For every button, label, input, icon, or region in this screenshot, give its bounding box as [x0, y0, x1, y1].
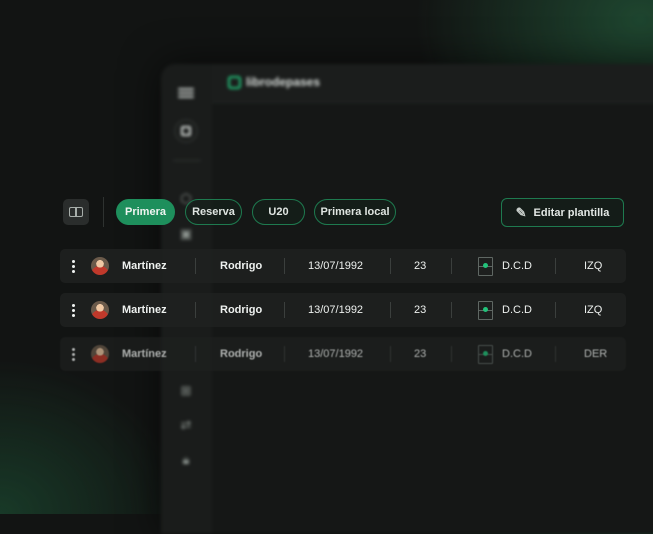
roster-panel: Primera Reserva U20 Primera local ✎ Edit…	[0, 0, 653, 514]
player-position: D.C.D	[502, 260, 532, 272]
pitch-position-icon	[478, 257, 493, 276]
pitch-position-icon	[478, 345, 493, 364]
player-name: Rodrigo	[220, 304, 263, 316]
player-birthdate: 13/07/1992	[308, 348, 364, 360]
column-divider	[284, 346, 285, 362]
player-surname: Martínez	[122, 348, 167, 360]
column-divider	[195, 346, 196, 362]
column-divider	[195, 302, 196, 318]
view-toggle-button[interactable]	[63, 199, 89, 225]
table-row[interactable]: Martínez Rodrigo 13/07/1992 23 D.C.D IZQ	[60, 293, 626, 327]
edit-squad-label: Editar plantilla	[533, 206, 610, 219]
column-divider	[451, 346, 452, 362]
player-surname: Martínez	[122, 260, 167, 272]
table-row[interactable]: Martínez Rodrigo 13/07/1992 23 D.C.D IZQ	[60, 249, 626, 283]
column-divider	[284, 302, 285, 318]
edit-squad-button[interactable]: ✎ Editar plantilla	[501, 198, 624, 227]
column-divider	[451, 258, 452, 274]
toolbar-divider	[103, 197, 104, 227]
row-menu-icon[interactable]	[70, 249, 76, 283]
column-divider	[555, 346, 556, 362]
column-divider	[451, 302, 452, 318]
filter-chip-primera-local[interactable]: Primera local	[314, 199, 396, 225]
column-divider	[390, 258, 391, 274]
player-foot: IZQ	[584, 304, 603, 316]
column-divider	[390, 302, 391, 318]
column-divider	[195, 258, 196, 274]
column-divider	[390, 346, 391, 362]
player-name: Rodrigo	[220, 260, 263, 272]
avatar	[91, 257, 109, 275]
row-menu-icon[interactable]	[70, 337, 76, 371]
grid-view-icon	[69, 207, 83, 217]
table-row[interactable]: Martínez Rodrigo 13/07/1992 23 D.C.D DER	[60, 337, 626, 371]
player-number: 23	[414, 260, 427, 272]
player-surname: Martínez	[122, 304, 167, 316]
player-foot: IZQ	[584, 260, 603, 272]
row-menu-icon[interactable]	[70, 293, 76, 327]
player-number: 23	[414, 304, 427, 316]
player-birthdate: 13/07/1992	[308, 260, 364, 272]
filter-chip-reserva[interactable]: Reserva	[185, 199, 242, 225]
player-position: D.C.D	[502, 348, 532, 360]
player-number: 23	[414, 348, 427, 360]
player-foot: DER	[584, 348, 608, 360]
player-position: D.C.D	[502, 304, 532, 316]
pitch-position-icon	[478, 301, 493, 320]
player-name: Rodrigo	[220, 348, 263, 360]
avatar	[91, 345, 109, 363]
column-divider	[555, 258, 556, 274]
filter-chip-primera[interactable]: Primera	[116, 199, 175, 225]
pencil-icon: ✎	[515, 204, 527, 220]
column-divider	[555, 302, 556, 318]
player-birthdate: 13/07/1992	[308, 304, 364, 316]
column-divider	[284, 258, 285, 274]
filter-chip-u20[interactable]: U20	[252, 199, 305, 225]
avatar	[91, 301, 109, 319]
